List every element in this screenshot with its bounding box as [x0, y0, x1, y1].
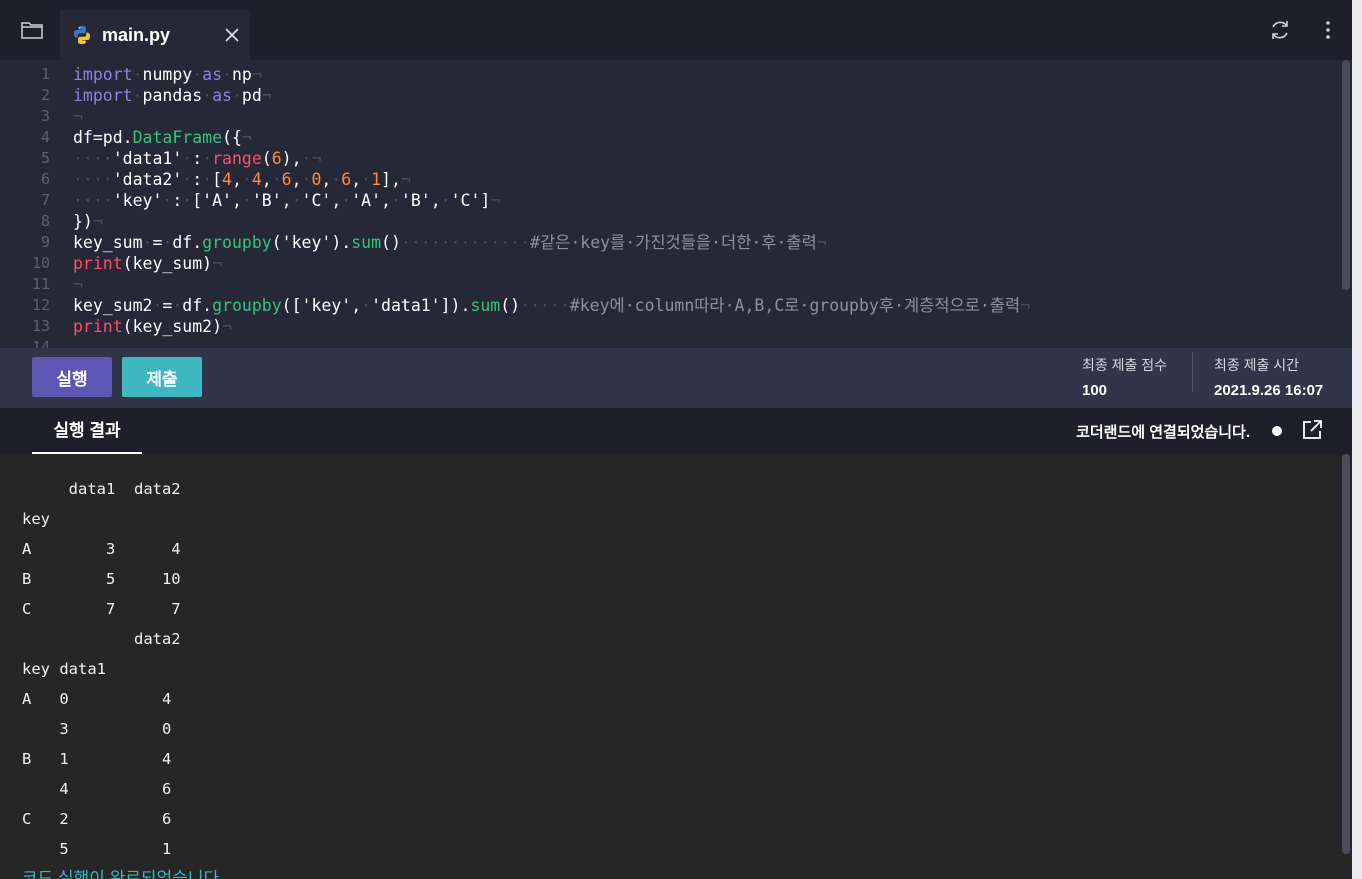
line-number: 11 — [31, 275, 50, 293]
submit-button[interactable]: 제출 — [122, 357, 202, 397]
output-line: A 0 4 — [22, 690, 172, 708]
output-line: key — [22, 510, 50, 528]
result-header: 실행 결과 코더랜드에 연결되었습니다. — [0, 408, 1362, 454]
line-number: 4 — [40, 128, 50, 146]
output-console[interactable]: data1 data2 key A 3 4 B 5 10 C 7 7 data2… — [0, 454, 1362, 879]
run-button[interactable]: 실행 — [32, 357, 112, 397]
final-score-label: 최종 제출 점수 — [1082, 357, 1168, 373]
line-number: 9 — [40, 233, 50, 251]
divider — [1192, 352, 1193, 392]
code-line: import·numpy·as·np¬ — [73, 65, 262, 84]
line-number: 3 — [40, 107, 50, 125]
output-line: 4 6 — [22, 780, 172, 798]
line-number: 5 — [40, 149, 50, 167]
code-line: import·pandas·as·pd¬ — [73, 86, 272, 105]
output-line: C 2 6 — [22, 810, 172, 828]
window-edge — [1352, 0, 1362, 879]
code-line: print(key_sum)¬ — [73, 254, 223, 273]
code-line: print(key_sum2)¬ — [73, 317, 232, 336]
output-scrollbar[interactable] — [1342, 454, 1350, 854]
tab-run-result[interactable]: 실행 결과 — [32, 408, 142, 454]
tab-main-py[interactable]: main.py — [60, 10, 250, 60]
action-bar: 실행 제출 최종 제출 점수 100 최종 제출 시간 2021.9.26 16… — [0, 348, 1362, 408]
output-line: data1 data2 — [22, 480, 181, 498]
final-time-label: 최종 제출 시간 — [1214, 357, 1300, 373]
output-line: key data1 — [22, 660, 106, 678]
final-score: 최종 제출 점수 100 — [1082, 354, 1167, 399]
refresh-icon[interactable] — [1268, 18, 1292, 42]
final-time-value: 2021.9.26 16:07 — [1214, 382, 1324, 399]
line-number: 14 — [31, 338, 50, 348]
output-line: 3 0 — [22, 720, 172, 738]
code-lines[interactable]: import·numpy·as·np¬ import·pandas·as·pd¬… — [73, 64, 1030, 337]
external-link-icon[interactable] — [1300, 418, 1324, 442]
line-number: 7 — [40, 191, 50, 209]
output-lines: data1 data2 key A 3 4 B 5 10 C 7 7 data2… — [22, 474, 224, 879]
code-line: })¬ — [73, 212, 103, 231]
line-number-gutter: 1 2 3 4 5 6 7 8 9 10 11 12 13 14 — [0, 64, 58, 348]
output-line: B 1 4 — [22, 750, 172, 768]
final-score-value: 100 — [1082, 382, 1108, 399]
code-line: ····'data2'·:·[4,·4,·6,·0,·6,·1],¬ — [73, 170, 411, 189]
output-line: C 7 7 — [22, 600, 181, 618]
line-number: 1 — [40, 65, 50, 83]
execution-done-message: 코드 실행이 완료되었습니다. — [22, 869, 224, 879]
editor-scrollbar[interactable] — [1342, 60, 1350, 290]
folder-icon[interactable] — [20, 18, 44, 42]
connection-status: 코더랜드에 연결되었습니다. — [1076, 424, 1250, 441]
code-line: ····'data1'·:·range(6),·¬ — [73, 149, 322, 168]
output-line: 5 1 — [22, 840, 172, 858]
output-line: A 3 4 — [22, 540, 181, 558]
top-bar: main.py — [0, 0, 1362, 60]
output-line: data2 — [22, 630, 181, 648]
output-line: B 5 10 — [22, 570, 181, 588]
code-line: key_sum2·=·df.groupby(['key',·'data1']).… — [73, 296, 1031, 315]
more-vertical-icon[interactable] — [1316, 18, 1340, 42]
line-number: 8 — [40, 212, 50, 230]
code-line: df=pd.DataFrame({¬ — [73, 128, 252, 147]
code-line: ¬ — [73, 275, 83, 294]
final-time: 최종 제출 시간 2021.9.26 16:07 — [1214, 354, 1323, 399]
tab-filename: main.py — [102, 24, 171, 45]
close-icon[interactable] — [222, 25, 242, 45]
status-dot-icon — [1272, 426, 1282, 436]
line-number: 2 — [40, 86, 50, 104]
code-line: key_sum·=·df.groupby('key').sum()·······… — [73, 233, 827, 252]
python-icon — [72, 25, 92, 45]
line-number: 6 — [40, 170, 50, 188]
code-line: ¬ — [73, 107, 83, 126]
line-number: 12 — [31, 296, 50, 314]
code-line: ····'key'·:·['A',·'B',·'C',·'A',·'B',·'C… — [73, 191, 501, 210]
code-editor[interactable]: 1 2 3 4 5 6 7 8 9 10 11 12 13 14 import·… — [0, 60, 1362, 348]
line-number: 10 — [31, 254, 50, 272]
line-number: 13 — [31, 317, 50, 335]
